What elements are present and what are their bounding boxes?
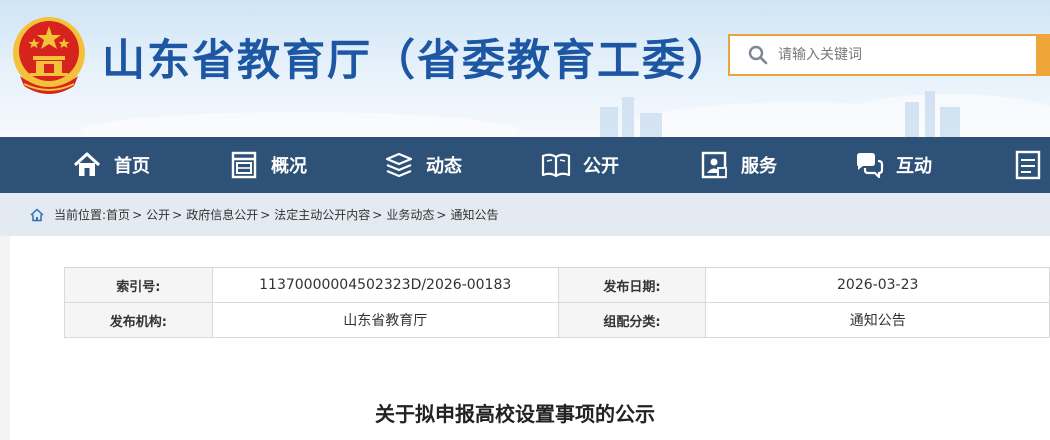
breadcrumb-link-home[interactable]: 首页: [106, 206, 130, 223]
article-title: 关于拟申报高校设置事项的公示: [375, 402, 655, 426]
breadcrumb-link-gov-info[interactable]: 政府信息公开: [186, 206, 258, 223]
breadcrumb-separator: >: [172, 207, 183, 222]
overview-icon: [231, 151, 257, 179]
nav-item-open[interactable]: 公开: [541, 137, 619, 193]
nav-item-more[interactable]: [1014, 137, 1050, 193]
open-book-icon: [541, 153, 571, 178]
nav-item-overview[interactable]: 概况: [229, 137, 307, 193]
main-nav: 首页 概况 动态 公开 服务 互动: [0, 137, 1050, 193]
search-button[interactable]: [1036, 34, 1050, 76]
date-value: 2026-03-23: [705, 267, 1050, 303]
index-value: 11370000004502323D/2026-00183: [211, 267, 559, 303]
date-label: 发布日期:: [557, 267, 707, 303]
breadcrumb: 当前位置: 首页 > 公开 > 政府信息公开 > 法定主动公开内容 > 业务动态 > 通知…: [0, 193, 1050, 236]
table-row: 索引号: 11370000004502323D/2026-00183 发布日期:…: [64, 267, 1050, 303]
article-panel: 索引号: 11370000004502323D/2026-00183 发布日期:…: [10, 236, 1050, 440]
breadcrumb-separator: >: [132, 207, 143, 222]
nav-label: 互动: [896, 156, 932, 177]
search-input[interactable]: [778, 40, 998, 70]
site-title: 山东省教育厅（省委教育工委）: [102, 36, 732, 86]
nav-label: 概况: [271, 156, 307, 177]
document-icon: [1015, 150, 1041, 180]
service-icon: [701, 151, 727, 179]
nav-label: 公开: [583, 156, 619, 177]
table-row: 发布机构: 山东省教育厅 组配分类: 通知公告: [64, 302, 1050, 338]
breadcrumb-link-business[interactable]: 业务动态: [386, 206, 434, 223]
breadcrumb-link-statutory[interactable]: 法定主动公开内容: [274, 206, 370, 223]
chat-icon: [857, 153, 884, 179]
home-icon: [73, 152, 101, 176]
news-stack-icon: [385, 152, 413, 178]
breadcrumb-link-notices[interactable]: 通知公告: [450, 206, 498, 223]
nav-item-service[interactable]: 服务: [699, 137, 777, 193]
search-icon[interactable]: [748, 45, 768, 65]
category-label: 组配分类:: [557, 302, 707, 338]
breadcrumb-prefix: 当前位置:: [54, 208, 107, 222]
nav-label: 服务: [741, 156, 777, 177]
breadcrumb-separator: >: [372, 207, 383, 222]
nav-item-interact[interactable]: 互动: [854, 137, 932, 193]
article-meta-table: 索引号: 11370000004502323D/2026-00183 发布日期:…: [64, 267, 1050, 338]
nav-label: 首页: [114, 156, 150, 177]
breadcrumb-separator: >: [436, 207, 447, 222]
breadcrumb-separator: >: [260, 207, 271, 222]
site-header: 山东省教育厅（省委教育工委）: [0, 0, 1050, 137]
nav-label: 动态: [426, 156, 462, 177]
nav-item-news[interactable]: 动态: [384, 137, 462, 193]
search-box: [728, 34, 1038, 76]
breadcrumb-link-open[interactable]: 公开: [146, 206, 170, 223]
org-value: 山东省教育厅: [211, 302, 559, 338]
index-label: 索引号:: [64, 267, 213, 303]
org-label: 发布机构:: [64, 302, 213, 338]
national-emblem-icon: [13, 17, 85, 94]
home-small-icon: [30, 207, 44, 221]
nav-item-home[interactable]: 首页: [72, 137, 150, 193]
category-value: 通知公告: [705, 302, 1050, 338]
